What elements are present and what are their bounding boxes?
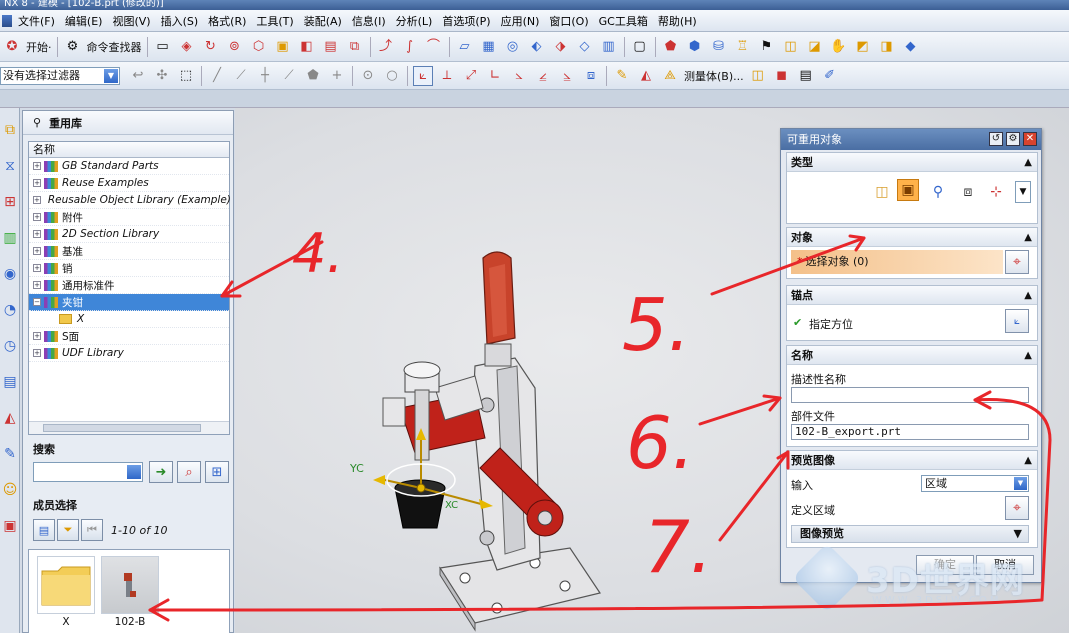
annotation-number-6: 6. (626, 401, 695, 485)
arrow-6-line (698, 396, 782, 426)
arrow-7-line (718, 450, 790, 542)
annotation-overlay: 4. 5. 6. 7. (148, 222, 1052, 622)
annotation-number-5: 5. (622, 283, 691, 367)
arrow-5-line (710, 236, 866, 296)
return-arrow-line (148, 398, 1052, 612)
annotation-number-4: 4. (292, 222, 344, 285)
annotation-number-7: 7. (644, 505, 713, 589)
